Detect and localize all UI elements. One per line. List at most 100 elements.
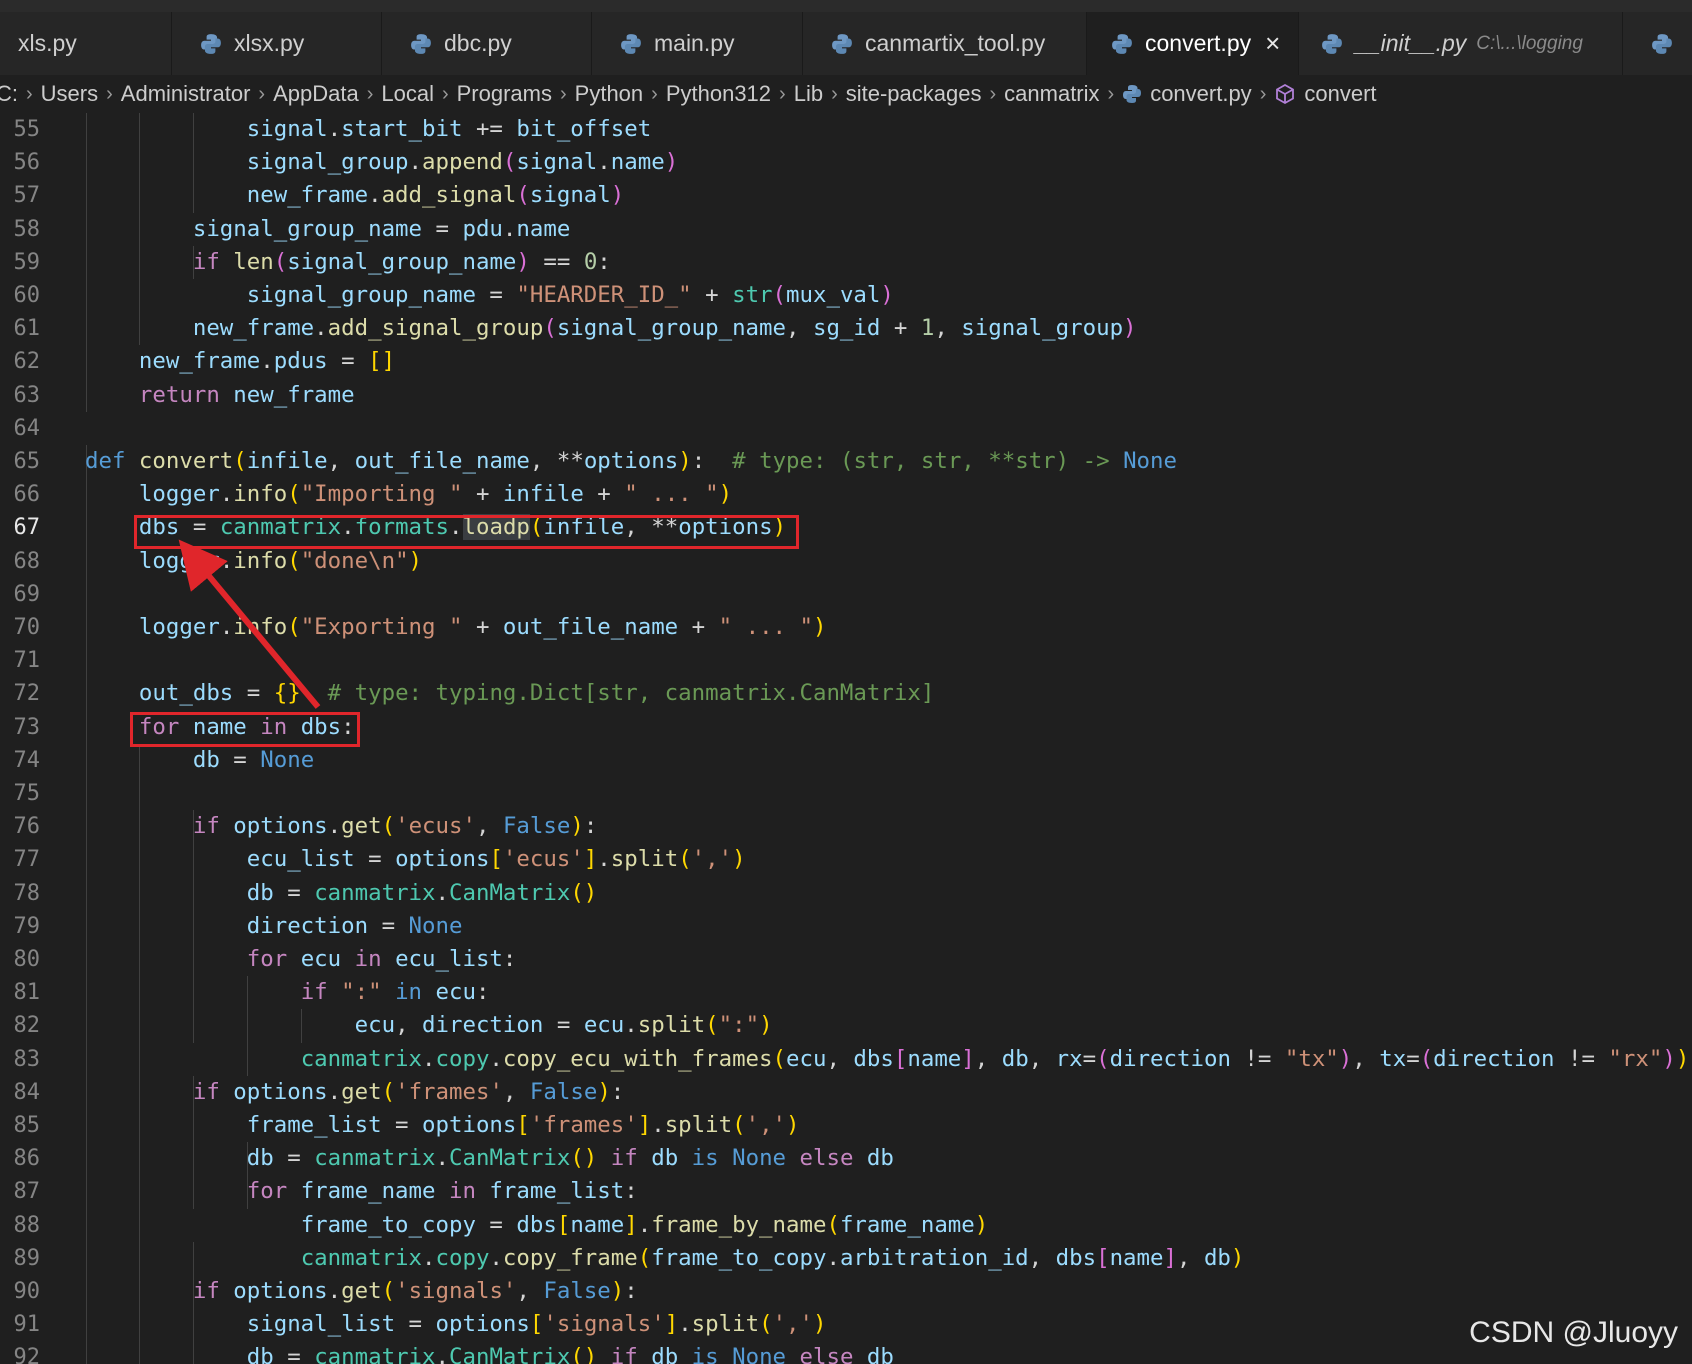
code-token: ) [813, 1311, 827, 1338]
code-line[interactable]: 90 if options.get('signals', False): [0, 1275, 1692, 1308]
code-token: ( [759, 1311, 773, 1338]
breadcrumb-item[interactable]: AppData › [273, 81, 381, 107]
code-line[interactable]: 57 new_frame.add_signal(signal) [0, 179, 1692, 212]
code-token: split [610, 846, 679, 873]
code-token: db [1203, 1244, 1231, 1271]
code-line[interactable]: 60 signal_group_name = "HEARDER_ID_" + s… [0, 279, 1692, 312]
breadcrumb-item[interactable]: Programs › [457, 81, 575, 107]
code-token: != [1230, 1045, 1285, 1072]
code-token: = [475, 1211, 517, 1238]
code-text: signal_group_name = pdu.name [85, 213, 570, 246]
code-line[interactable]: 83 canmatrix.copy.copy_ecu_with_frames(e… [0, 1043, 1692, 1076]
code-token: . [327, 1078, 342, 1105]
code-line[interactable]: 85 frame_list = options['frames'].split(… [0, 1109, 1692, 1142]
code-line[interactable]: 81 if ":" in ecu: [0, 976, 1692, 1009]
code-line[interactable]: 86 db = canmatrix.CanMatrix() if db is N… [0, 1142, 1692, 1175]
breadcrumb-item[interactable]: Python312 › [666, 81, 794, 107]
code-line[interactable]: 75 [0, 777, 1692, 810]
tab-init-py[interactable]: __init__.py C:\...\logging [1299, 12, 1623, 75]
line-number: 61 [13, 316, 41, 342]
code-line[interactable]: 89 canmatrix.copy.copy_frame(frame_to_co… [0, 1242, 1692, 1275]
breadcrumb-item[interactable]: Users › [41, 81, 121, 107]
tab-xls-py[interactable]: xls.py [0, 12, 172, 75]
code-line[interactable]: 71 [0, 644, 1692, 677]
tab-convert-py[interactable]: convert.py × [1087, 12, 1299, 75]
code-token: 'frames' [395, 1078, 503, 1105]
chevron-right-icon: › [441, 82, 449, 105]
code-line[interactable]: 68 logger.info("done\n") [0, 545, 1692, 578]
code-line[interactable]: 61 new_frame.add_signal_group(signal_gro… [0, 312, 1692, 345]
code-line[interactable]: 92 db = canmatrix.CanMatrix() if db is N… [0, 1341, 1692, 1364]
code-line[interactable]: 65 def convert(infile, out_file_name, **o… [0, 445, 1692, 478]
line-number: 81 [13, 980, 41, 1006]
code-line[interactable]: 66 logger.info("Importing " + infile + "… [0, 478, 1692, 511]
code-line[interactable]: 82 ecu, direction = ecu.split(":") [0, 1009, 1692, 1042]
breadcrumb-label: Administrator [120, 81, 251, 106]
code-line[interactable]: 59 if len(signal_group_name) == 0: [0, 246, 1692, 279]
breadcrumb-item[interactable]: canmatrix › [1004, 81, 1122, 107]
line-number: 57 [13, 183, 41, 209]
code-token: ( [732, 1112, 746, 1138]
code-line[interactable]: 87 for frame_name in frame_list: [0, 1175, 1692, 1208]
tab-canmartix-tool-py[interactable]: canmartix_tool.py [803, 12, 1087, 75]
code-line[interactable]: 62 new_frame.pdus = [] [0, 345, 1692, 378]
breadcrumb-item[interactable]: site-packages › [846, 81, 1004, 107]
code-line[interactable]: 70 logger.info("Exporting " + out_file_n… [0, 611, 1692, 644]
code-token: canmatrix [300, 1045, 423, 1072]
tab-xlsx-py[interactable]: xlsx.py [172, 12, 382, 75]
code-line[interactable]: 74 db = None [0, 744, 1692, 777]
code-token: new_frame [192, 315, 315, 342]
code-token: signal [516, 149, 598, 176]
breadcrumb-item[interactable]: Administrator › [121, 81, 273, 107]
code-text: ecu, direction = ecu.split(":") [85, 1009, 773, 1042]
tab-main-py[interactable]: main.py [592, 12, 803, 75]
line-number: 60 [13, 283, 41, 308]
code-line[interactable]: 91 signal_list = options['signals'].spli… [0, 1308, 1692, 1341]
code-line[interactable]: 64 [0, 412, 1692, 445]
code-token: . [597, 846, 611, 873]
code-token: else [786, 1344, 867, 1364]
code-token: name [1109, 1244, 1164, 1271]
chevron-right-icon: › [106, 82, 113, 105]
code-token: options [435, 1311, 530, 1338]
code-line[interactable]: 78 db = canmatrix.CanMatrix() [0, 877, 1692, 910]
code-token: db [651, 1145, 679, 1172]
breadcrumb-item[interactable]: Python › [575, 81, 666, 107]
breadcrumb-item[interactable]: C: › [0, 81, 41, 107]
code-line[interactable]: 80 for ecu in ecu_list: [0, 943, 1692, 976]
code-token: ( [287, 481, 301, 508]
breadcrumb-item[interactable]: convert [1274, 81, 1377, 107]
breadcrumb-item[interactable]: convert.py › [1122, 81, 1274, 107]
code-line[interactable]: 84 if options.get('frames', False): [0, 1076, 1692, 1109]
code-line[interactable]: 55 signal.start_bit += bit_offset [0, 113, 1692, 146]
breadcrumb-label: AppData [273, 81, 359, 106]
code-token: name [907, 1045, 962, 1072]
tab-overflow[interactable] [1623, 12, 1692, 75]
python-file-icon [1652, 33, 1672, 54]
breadcrumb-item[interactable]: Lib › [794, 81, 846, 107]
code-line[interactable]: 63 return new_frame [0, 379, 1692, 412]
code-line[interactable]: 58 signal_group_name = pdu.name [0, 213, 1692, 246]
code-editor[interactable]: 55 signal.start_bit += bit_offset 56 sign… [0, 113, 1692, 1364]
code-text: if options.get('frames', False): [85, 1076, 624, 1109]
code-line[interactable]: 69 [0, 578, 1692, 611]
code-line[interactable]: 77 ecu_list = options['ecus'].split(',') [0, 843, 1692, 876]
breadcrumb-item[interactable]: Local › [381, 81, 456, 107]
close-icon[interactable]: × [1265, 28, 1280, 59]
code-text: if options.get('ecus', False): [85, 810, 597, 843]
code-line[interactable]: 88 frame_to_copy = dbs[name].frame_by_na… [0, 1209, 1692, 1242]
code-token: db [246, 1145, 274, 1172]
code-line[interactable]: 72 out_dbs = {} # type: typing.Dict[str,… [0, 677, 1692, 710]
code-token: ) [597, 1078, 611, 1105]
code-token: [] [368, 348, 396, 375]
code-line[interactable]: 79 direction = None [0, 910, 1692, 943]
code-line[interactable]: 56 signal_group.append(signal.name) [0, 146, 1692, 179]
code-line[interactable]: 76 if options.get('ecus', False): [0, 810, 1692, 843]
code-token: () [570, 879, 598, 906]
tab-dbc-py[interactable]: dbc.py [382, 12, 592, 75]
